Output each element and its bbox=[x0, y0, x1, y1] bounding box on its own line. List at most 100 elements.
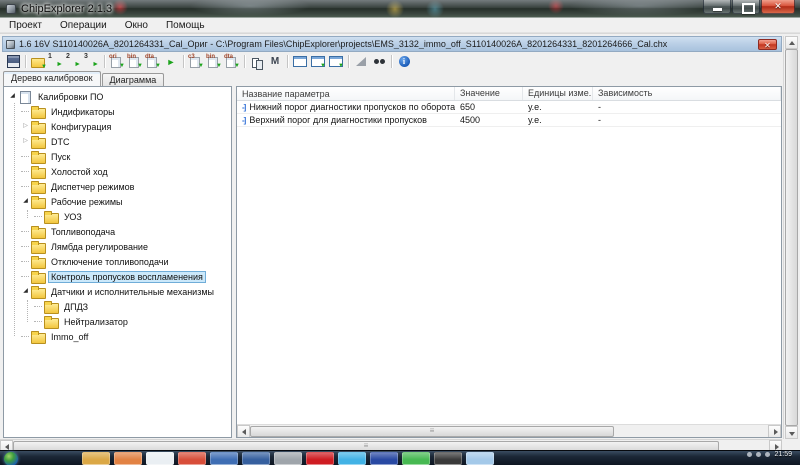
scroll-thumb[interactable] bbox=[250, 426, 614, 437]
scroll-left-button[interactable] bbox=[237, 425, 250, 437]
scroll-right-button[interactable] bbox=[768, 425, 781, 437]
folder-icon bbox=[31, 196, 46, 209]
tree-item-label: Пуск bbox=[51, 151, 71, 162]
tab-diagram[interactable]: Диаграмма bbox=[101, 73, 165, 86]
vertical-scrollbar[interactable] bbox=[783, 36, 798, 439]
column-header-2[interactable]: Значение bbox=[455, 87, 523, 100]
tree-item[interactable]: Нейтрализатор bbox=[4, 314, 231, 329]
taskbar-app-icon-1[interactable] bbox=[82, 452, 110, 465]
scroll-down-button[interactable] bbox=[785, 426, 798, 439]
taskbar-app-icon-3[interactable] bbox=[146, 452, 174, 465]
tree-connector bbox=[34, 306, 42, 307]
window-export-button[interactable] bbox=[309, 54, 327, 70]
load-slot-1-button[interactable]: 1 bbox=[47, 52, 65, 70]
column-header-1[interactable]: Название параметра bbox=[237, 87, 455, 100]
tree-item[interactable]: Immo_off bbox=[4, 329, 231, 344]
tree-item-label: Диспетчер режимов bbox=[51, 181, 135, 192]
import-c3-button[interactable]: c3 bbox=[187, 54, 205, 70]
menu-item-2[interactable]: Операции bbox=[51, 19, 116, 32]
taskbar-app-icon-10[interactable] bbox=[370, 452, 398, 465]
tree-item[interactable]: Топливоподача bbox=[4, 224, 231, 239]
tree-item[interactable]: Холостой ход bbox=[4, 164, 231, 179]
import-bin-button[interactable]: bin bbox=[205, 54, 223, 70]
collapse-icon[interactable]: ◢ bbox=[21, 287, 30, 296]
parameters-hscrollbar[interactable] bbox=[237, 424, 781, 437]
export-button[interactable] bbox=[162, 54, 180, 70]
tab-calibration-tree[interactable]: Дерево калибровок bbox=[3, 71, 101, 86]
collapse-icon[interactable]: ◢ bbox=[21, 197, 30, 206]
export-ori-button[interactable]: ori bbox=[108, 54, 126, 70]
expand-icon[interactable]: ▷ bbox=[21, 137, 30, 146]
taskbar-app-icon-8[interactable] bbox=[306, 452, 334, 465]
taskbar-app-icon-12[interactable] bbox=[434, 452, 462, 465]
taskbar-app-icon-7[interactable] bbox=[274, 452, 302, 465]
taskbar-app-icon-11[interactable] bbox=[402, 452, 430, 465]
toolbar-button-label: 1 bbox=[48, 52, 52, 60]
taskbar-app-icon-2[interactable] bbox=[114, 452, 142, 465]
tree-item[interactable]: Индификаторы bbox=[4, 104, 231, 119]
taskbar-app-icon-4[interactable] bbox=[178, 452, 206, 465]
tree-item[interactable]: Контроль пропусков воспламенения bbox=[4, 269, 231, 284]
tree-item[interactable]: ▷ Конфигурация bbox=[4, 119, 231, 134]
taskbar-app-icon-13[interactable] bbox=[466, 452, 494, 465]
folder-icon bbox=[31, 166, 46, 179]
tray-icon[interactable] bbox=[756, 452, 762, 457]
tree-item[interactable]: УОЗ bbox=[4, 209, 231, 224]
menu-item-3[interactable]: Окно bbox=[116, 19, 157, 32]
close-button[interactable] bbox=[761, 0, 795, 14]
param-name-cell: -] Нижний порог диагностики пропусков по … bbox=[237, 102, 455, 112]
new-window-button[interactable] bbox=[291, 54, 309, 70]
taskbar-app-icon-9[interactable] bbox=[338, 452, 366, 465]
parameter-icon: -] bbox=[242, 115, 246, 125]
column-header-4[interactable]: Зависимость bbox=[593, 87, 781, 100]
scroll-up-button[interactable] bbox=[785, 36, 798, 49]
document-close-button[interactable] bbox=[758, 39, 777, 51]
expand-icon[interactable]: ▷ bbox=[21, 122, 30, 131]
window-import-button[interactable] bbox=[327, 54, 345, 70]
table-row[interactable]: -] Нижний порог диагностики пропусков по … bbox=[237, 101, 781, 114]
column-header-3[interactable]: Единицы изме... bbox=[523, 87, 593, 100]
save-button[interactable] bbox=[4, 54, 22, 70]
merge-button[interactable] bbox=[266, 54, 284, 70]
param-units-cell: у.е. bbox=[528, 115, 542, 125]
tree-item[interactable]: Диспетчер режимов bbox=[4, 179, 231, 194]
folder-icon bbox=[44, 301, 59, 314]
tree-connector bbox=[21, 156, 29, 157]
document-titlebar[interactable]: 1.6 16V S110140026A_8201264331_Cal_Ориг … bbox=[2, 36, 782, 52]
tray-icon[interactable] bbox=[765, 452, 771, 457]
window-controls bbox=[702, 0, 795, 14]
tree-item[interactable]: ◢ Датчики и исполнительные механизмы bbox=[4, 284, 231, 299]
export-dta-button[interactable]: dta bbox=[144, 54, 162, 70]
tree-item[interactable]: ▷ DTC bbox=[4, 134, 231, 149]
tree-item[interactable]: ◢ Калибровки ПО bbox=[4, 89, 231, 104]
start-button[interactable] bbox=[4, 452, 18, 465]
export-bin-button[interactable]: bin bbox=[126, 54, 144, 70]
tree-item[interactable]: ДПДЗ bbox=[4, 299, 231, 314]
table-row[interactable]: -] Верхний порог для диагностики пропуско… bbox=[237, 114, 781, 127]
vertical-scroll-thumb[interactable] bbox=[785, 49, 798, 426]
taskbar-app-icon-6[interactable] bbox=[242, 452, 270, 465]
window-titlebar[interactable]: ChipExplorer 2.1.3 bbox=[0, 0, 800, 18]
maximize-button[interactable] bbox=[732, 0, 760, 14]
taskbar-app-icon-5[interactable] bbox=[210, 452, 238, 465]
tree-item[interactable]: Лямбда регулирование bbox=[4, 239, 231, 254]
tree-item[interactable]: ◢ Рабочие режимы bbox=[4, 194, 231, 209]
toolbar-separator bbox=[183, 55, 184, 68]
compare-pages-button[interactable] bbox=[248, 54, 266, 70]
load-slot-3-button[interactable]: 3 bbox=[83, 53, 101, 70]
tree-connector bbox=[21, 231, 29, 232]
open-import-button[interactable] bbox=[29, 54, 47, 70]
tree-item[interactable]: Отключение топливоподачи bbox=[4, 254, 231, 269]
load-slot-2-button[interactable]: 2 bbox=[65, 53, 83, 70]
minimize-button[interactable] bbox=[703, 0, 731, 14]
find-button[interactable] bbox=[370, 54, 388, 70]
import-dta-button[interactable]: dta bbox=[223, 54, 241, 70]
diagram-button[interactable] bbox=[352, 54, 370, 70]
menu-item-4[interactable]: Помощь bbox=[157, 19, 214, 32]
collapse-icon[interactable]: ◢ bbox=[8, 92, 17, 101]
menu-item-1[interactable]: Проект bbox=[0, 19, 51, 32]
about-button[interactable] bbox=[395, 54, 413, 70]
tree-connector bbox=[21, 186, 29, 187]
tray-icon[interactable] bbox=[747, 452, 753, 457]
tree-item[interactable]: Пуск bbox=[4, 149, 231, 164]
